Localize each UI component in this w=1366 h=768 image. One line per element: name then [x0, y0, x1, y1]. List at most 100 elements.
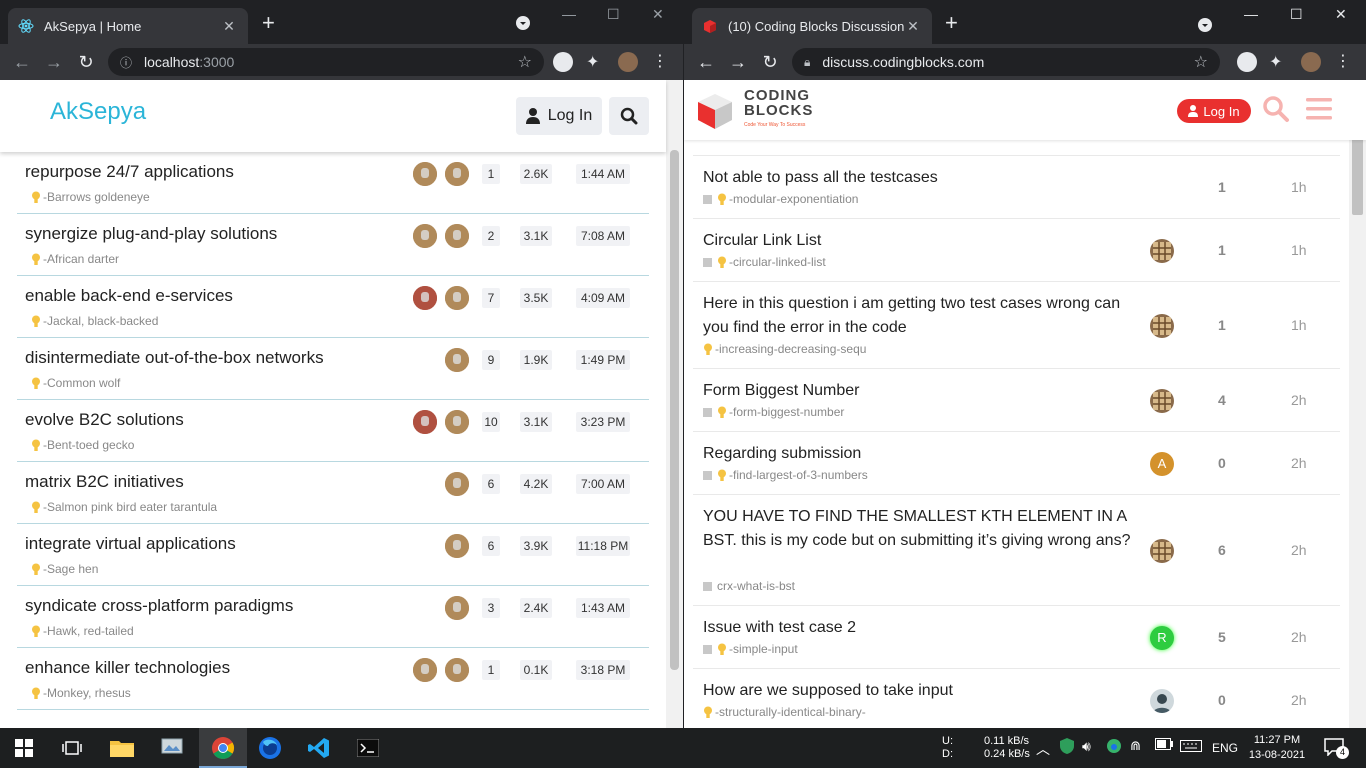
topic-title[interactable]: evolve B2C solutions — [25, 410, 184, 430]
topic-row[interactable]: disintermediate out-of-the-box networks -… — [17, 338, 649, 400]
hamburger-menu-icon[interactable] — [1306, 98, 1332, 120]
language-indicator[interactable]: ENG — [1212, 741, 1238, 755]
maximize-icon[interactable]: ☐ — [607, 6, 620, 23]
last-activity[interactable]: 2h — [1291, 692, 1307, 708]
poster-avatar[interactable] — [1150, 314, 1174, 338]
topic-row[interactable]: Not able to pass all the testcases -modul… — [693, 156, 1340, 219]
topic-row[interactable]: Circular Link List -circular-linked-list 1… — [693, 219, 1340, 282]
puzzle-icon[interactable]: ✦ — [1269, 52, 1289, 72]
topic-category[interactable]: -find-largest-of-3-numbers — [703, 468, 868, 482]
firefox-button[interactable] — [256, 734, 284, 762]
topic-title[interactable]: synergize plug-and-play solutions — [25, 224, 277, 244]
poster-avatar[interactable] — [1150, 689, 1174, 713]
participant-avatar[interactable] — [445, 410, 469, 434]
topic-title[interactable]: repurpose 24/7 applications — [25, 162, 234, 182]
topic-title[interactable]: Form Biggest Number — [703, 379, 1133, 403]
scrollbar[interactable] — [666, 80, 683, 728]
participant-avatar[interactable] — [413, 410, 437, 434]
topic-row[interactable]: evolve B2C solutions -Bent-toed gecko 10 3.… — [17, 400, 649, 462]
last-activity[interactable]: 1h — [1291, 242, 1307, 258]
app-logo[interactable]: AkSepya — [50, 98, 146, 126]
topic-title[interactable]: Issue with test case 2 — [703, 616, 1133, 640]
bookmark-star-icon[interactable]: ☆ — [518, 52, 532, 72]
participant-avatar[interactable] — [445, 224, 469, 248]
back-icon[interactable]: ← — [6, 52, 38, 73]
new-tab-button[interactable]: + — [945, 12, 958, 34]
tab-codingblocks[interactable]: (10) Coding Blocks Discussion Fo ✕ — [692, 8, 932, 44]
topic-row[interactable]: YOU HAVE TO FIND THE SMALLEST KTH ELEMEN… — [693, 495, 1340, 606]
battery-icon[interactable] — [1155, 738, 1173, 753]
poster-avatar[interactable] — [1150, 539, 1174, 563]
scrollbar[interactable] — [1349, 80, 1366, 728]
topic-row[interactable]: How are we supposed to take input -struct… — [693, 669, 1340, 728]
topic-title[interactable]: Not able to pass all the testcases — [703, 166, 1133, 190]
participant-avatar[interactable] — [413, 658, 437, 682]
bookmark-star-icon[interactable]: ☆ — [1194, 52, 1208, 72]
chrome-button[interactable] — [209, 734, 237, 762]
wifi-icon[interactable]: ⋒ — [1130, 738, 1141, 754]
last-activity[interactable]: 2h — [1291, 629, 1307, 645]
participant-avatar[interactable] — [445, 472, 469, 496]
topic-category[interactable]: -structurally-identical-binary- — [703, 705, 866, 719]
topic-row-partial[interactable] — [17, 710, 649, 728]
participant-avatar[interactable] — [413, 162, 437, 186]
forward-icon[interactable]: → — [722, 52, 754, 73]
topic-title[interactable]: enable back-end e-services — [25, 286, 233, 306]
forward-icon[interactable]: → — [38, 52, 70, 73]
scroll-thumb[interactable] — [670, 150, 679, 670]
poster-avatar[interactable]: A — [1150, 452, 1174, 476]
close-tab-icon[interactable]: ✕ — [220, 18, 238, 35]
last-activity[interactable]: 2h — [1291, 455, 1307, 471]
search-icon[interactable] — [1262, 95, 1290, 123]
search-button[interactable] — [609, 97, 649, 135]
participant-avatar[interactable] — [413, 224, 437, 248]
topic-title[interactable]: Here in this question i am getting two t… — [703, 292, 1133, 340]
topic-row[interactable]: syndicate cross-platform paradigms -Hawk,… — [17, 586, 649, 648]
terminal-button[interactable] — [354, 734, 382, 762]
address-bar[interactable]: ⓘ localhost:3000 ☆ — [108, 48, 544, 76]
participant-avatar[interactable] — [445, 348, 469, 372]
reload-icon[interactable]: ↻ — [70, 52, 102, 73]
topic-category[interactable]: -form-biggest-number — [703, 405, 844, 419]
topic-title[interactable]: Regarding submission — [703, 442, 1133, 466]
topic-category[interactable]: -modular-exponentiation — [703, 192, 858, 206]
last-activity[interactable]: 2h — [1291, 392, 1307, 408]
topic-row[interactable]: integrate virtual applications -Sage hen 6… — [17, 524, 649, 586]
topic-category[interactable]: -simple-input — [703, 642, 798, 656]
topic-title[interactable]: Circular Link List — [703, 229, 1133, 253]
vscode-button[interactable] — [305, 734, 333, 762]
close-window-icon[interactable]: ✕ — [652, 6, 664, 23]
last-activity[interactable]: 1h — [1291, 317, 1307, 333]
topic-category[interactable]: crx-what-is-bst — [703, 579, 795, 593]
login-button[interactable]: Log In — [1177, 99, 1251, 123]
topic-row[interactable]: enhance killer technologies -Monkey, rhes… — [17, 648, 649, 710]
task-view-button[interactable] — [58, 734, 86, 762]
topic-category[interactable]: -circular-linked-list — [703, 255, 826, 269]
participant-avatar[interactable] — [445, 534, 469, 558]
topic-title[interactable]: enhance killer technologies — [25, 658, 230, 678]
close-window-icon[interactable]: ✕ — [1335, 6, 1347, 23]
topic-title[interactable]: syndicate cross-platform paradigms — [25, 596, 293, 616]
notification-center-button[interactable]: 4 — [1324, 738, 1349, 759]
address-bar[interactable]: 🔒︎ discuss.codingblocks.com ☆ — [792, 48, 1220, 76]
tab-aksepya[interactable]: AkSepya | Home ✕ — [8, 8, 248, 44]
file-explorer-button[interactable] — [108, 734, 136, 762]
edge-icon[interactable] — [1106, 738, 1122, 757]
monitor-app-button[interactable] — [158, 734, 186, 762]
chevron-up-icon[interactable]: ︿ — [1036, 739, 1050, 759]
last-activity[interactable]: 2h — [1291, 542, 1307, 558]
tab-search-icon[interactable] — [1198, 18, 1212, 35]
volume-icon[interactable]: 🔊︎ — [1082, 738, 1091, 755]
extension-icon[interactable] — [553, 52, 573, 72]
topic-row[interactable]: matrix B2C initiatives -Salmon pink bird … — [17, 462, 649, 524]
topic-row[interactable]: enable back-end e-services -Jackal, black… — [17, 276, 649, 338]
topic-row[interactable]: Form Biggest Number -form-biggest-number 4… — [693, 369, 1340, 432]
keyboard-icon[interactable] — [1180, 740, 1202, 755]
menu-dots-icon[interactable]: ⋮ — [1335, 52, 1355, 72]
site-logo[interactable]: CODING BLOCKS Code Your Way To Success — [694, 88, 813, 133]
maximize-icon[interactable]: ☐ — [1290, 6, 1303, 23]
scroll-thumb[interactable] — [1352, 130, 1363, 215]
profile-avatar[interactable] — [1301, 52, 1321, 72]
participant-avatar[interactable] — [445, 286, 469, 310]
extension-icon[interactable] — [1237, 52, 1257, 72]
